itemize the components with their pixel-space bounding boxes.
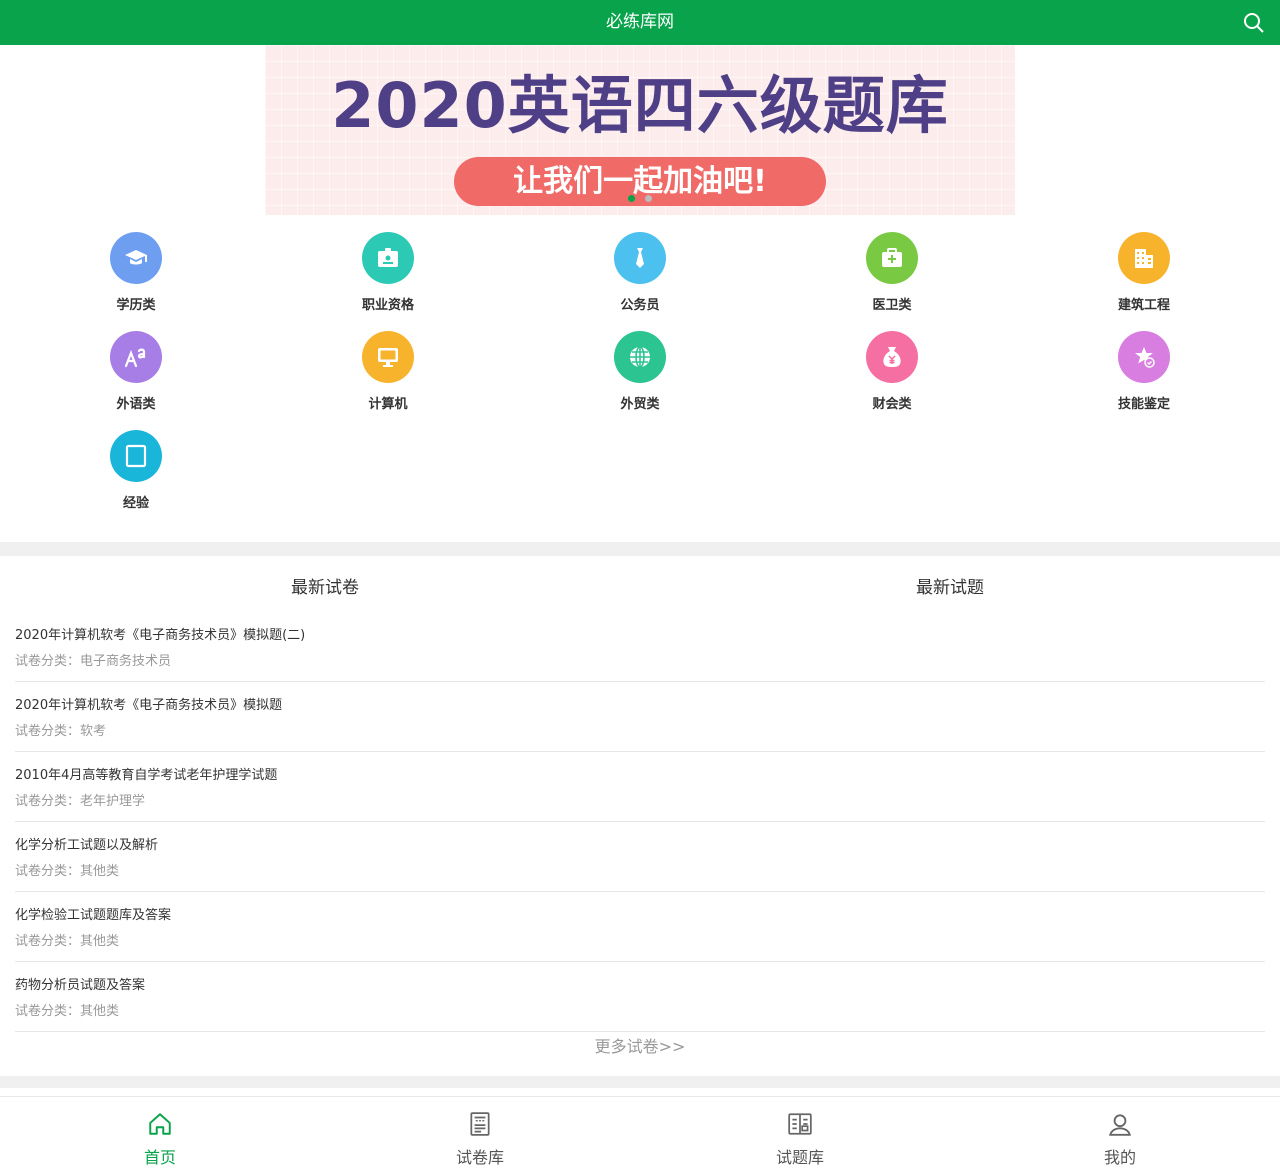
building-icon: [1135, 249, 1153, 268]
money-bag-icon: [883, 347, 901, 367]
category-icon-bg: [1118, 232, 1170, 284]
paper-category: 试卷分类：其他类: [15, 1004, 120, 1019]
category-jineng[interactable]: 技能鉴定: [1084, 331, 1204, 412]
nav-label: 试题库: [775, 1148, 824, 1167]
nav-label: 试卷库: [455, 1148, 504, 1167]
category-icon-bg: [110, 232, 162, 284]
search-icon[interactable]: [1242, 11, 1266, 35]
paper-title[interactable]: 2020年计算机软考《电子商务技术员》模拟题(二): [15, 627, 1265, 644]
category-jisuanji[interactable]: 计算机: [328, 331, 448, 412]
category-icon-bg: [614, 232, 666, 284]
category-label: 医卫类: [872, 298, 912, 313]
more-papers-link[interactable]: 更多试卷>>: [0, 1033, 1280, 1057]
category-label: 外语类: [116, 397, 156, 412]
list-item[interactable]: 2020年计算机软考《电子商务技术员》模拟题(二) 试卷分类：电子商务技术员: [15, 612, 1265, 682]
paper-category: 试卷分类：电子商务技术员: [15, 654, 172, 669]
necktie-icon: [636, 248, 644, 268]
category-label: 技能鉴定: [1117, 397, 1170, 412]
category-icon-bg: [1118, 331, 1170, 383]
content-tabs: 最新试卷 最新试题: [0, 556, 1280, 612]
paper-title[interactable]: 化学分析工试题以及解析: [15, 837, 1265, 854]
section-divider: [0, 542, 1280, 556]
paper-list: 2020年计算机软考《电子商务技术员》模拟题(二) 试卷分类：电子商务技术员 2…: [15, 612, 1265, 1032]
category-label: 建筑工程: [1117, 298, 1170, 313]
category-label: 学历类: [116, 298, 156, 313]
user-icon: [1109, 1114, 1131, 1136]
list-item[interactable]: 化学分析工试题以及解析 试卷分类：其他类: [15, 822, 1265, 892]
category-label: 公务员: [620, 298, 660, 313]
category-waimao[interactable]: 外贸类: [580, 331, 700, 412]
skill-badge-icon: [1135, 347, 1155, 368]
carousel-dot-1[interactable]: [628, 195, 635, 202]
tab-latest-papers[interactable]: 最新试卷: [291, 573, 359, 598]
top-bar: 必练库网: [0, 0, 1280, 45]
globe-icon: [630, 346, 650, 368]
paper-icon: [470, 1112, 490, 1136]
category-waiyu[interactable]: 外语类: [76, 331, 196, 412]
category-yiwei[interactable]: 医卫类: [832, 232, 952, 313]
letters-icon: [124, 348, 146, 368]
site-title: 必练库网: [606, 12, 674, 32]
medical-kit-icon: [882, 248, 902, 267]
list-item[interactable]: 2010年4月高等教育自学考试老年护理学试题 试卷分类：老年护理学: [15, 752, 1265, 822]
category-xueli[interactable]: 学历类: [76, 232, 196, 313]
paper-title[interactable]: 药物分析员试题及答案: [15, 977, 1265, 994]
banner-title: 2020英语四六级题库: [331, 69, 949, 142]
category-jingyan[interactable]: 经验: [76, 430, 196, 511]
nav-questions[interactable]: 试题库: [640, 1097, 960, 1168]
category-icon-bg: [362, 331, 414, 383]
category-icon-bg: [362, 232, 414, 284]
list-item[interactable]: 化学检验工试题题库及答案 试卷分类：其他类: [15, 892, 1265, 962]
category-caikuai[interactable]: 财会类: [832, 331, 952, 412]
paper-category: 试卷分类：老年护理学: [15, 794, 146, 809]
category-icon-bg: [614, 331, 666, 383]
category-label: 财会类: [872, 397, 912, 412]
category-zhiye[interactable]: 职业资格: [328, 232, 448, 313]
banner-carousel[interactable]: 2020英语四六级题库 让我们一起加油吧!: [265, 45, 1015, 215]
list-item[interactable]: 2020年计算机软考《电子商务技术员》模拟题 试卷分类：软考: [15, 682, 1265, 752]
category-label: 经验: [122, 496, 149, 511]
nav-home[interactable]: 首页: [0, 1097, 320, 1168]
graduation-cap-icon: [125, 250, 147, 265]
category-label: 外贸类: [620, 397, 660, 412]
paper-category: 试卷分类：其他类: [15, 934, 120, 949]
question-bank-icon: [788, 1113, 812, 1135]
category-gongwuyuan[interactable]: 公务员: [580, 232, 700, 313]
carousel-dot-2[interactable]: [645, 195, 652, 202]
nav-papers[interactable]: 试卷库: [320, 1097, 640, 1168]
list-item[interactable]: 药物分析员试题及答案 试卷分类：其他类: [15, 962, 1265, 1032]
monitor-icon: [378, 348, 398, 367]
category-label: 计算机: [368, 397, 408, 412]
book-icon: [125, 444, 147, 468]
id-badge-icon: [378, 248, 398, 267]
section-divider: [0, 1076, 1280, 1088]
tab-latest-questions[interactable]: 最新试题: [916, 573, 984, 598]
bottom-nav: 首页 试卷库 试题库 我的: [0, 1096, 1280, 1167]
category-icon-bg: [110, 331, 162, 383]
nav-label: 首页: [143, 1148, 176, 1167]
category-jianzhu[interactable]: 建筑工程: [1084, 232, 1204, 313]
paper-category: 试卷分类：其他类: [15, 864, 120, 879]
paper-title[interactable]: 2020年计算机软考《电子商务技术员》模拟题: [15, 697, 1265, 714]
category-icon-bg: [110, 430, 162, 482]
paper-category: 试卷分类：软考: [15, 724, 107, 739]
home-icon: [149, 1113, 171, 1135]
category-icon-bg: [866, 232, 918, 284]
nav-mine[interactable]: 我的: [960, 1097, 1280, 1168]
nav-label: 我的: [1103, 1148, 1136, 1167]
category-label: 职业资格: [361, 298, 414, 313]
paper-title[interactable]: 化学检验工试题题库及答案: [15, 907, 1265, 924]
paper-title[interactable]: 2010年4月高等教育自学考试老年护理学试题: [15, 767, 1265, 784]
carousel-indicators: [265, 195, 1015, 202]
category-icon-bg: [866, 331, 918, 383]
